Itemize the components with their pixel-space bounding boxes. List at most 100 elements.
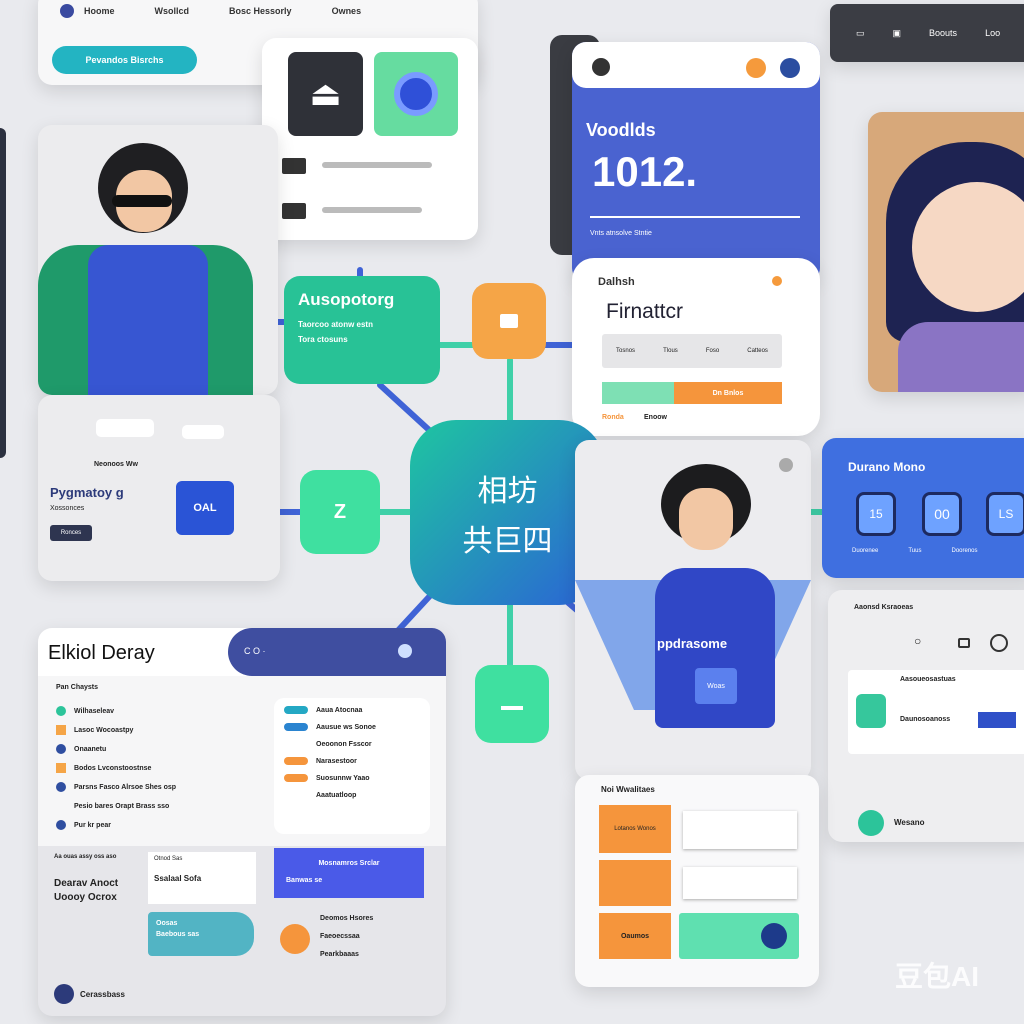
person-button[interactable]: Woas bbox=[695, 668, 737, 704]
node-text: Tora ctosuns bbox=[298, 335, 348, 344]
toolbar-item[interactable]: Loo bbox=[985, 28, 1000, 39]
blue-card[interactable]: Mosnamros Srclar Banwas se bbox=[274, 848, 424, 898]
node-z[interactable]: Z bbox=[300, 470, 380, 554]
hub-subtitle: 共巨四 bbox=[462, 524, 553, 558]
chip-button[interactable] bbox=[182, 425, 224, 439]
app-icon bbox=[856, 694, 886, 728]
nav-item[interactable]: Bosc Hessorly bbox=[229, 6, 292, 16]
logo-icon bbox=[60, 4, 74, 18]
form-title: Firnattcr bbox=[606, 300, 684, 323]
item-label: Aaua Atocnaa bbox=[316, 706, 363, 714]
item-label: Aausue ws Sonoe bbox=[316, 723, 376, 731]
item-label: Suosunnw Yaao bbox=[316, 774, 370, 782]
col: Catteos bbox=[747, 348, 768, 354]
item-label[interactable]: Pearkbaaas bbox=[320, 946, 373, 964]
list-item[interactable]: Wilhaseleav bbox=[56, 706, 176, 716]
toolbar-icon[interactable]: ▭ bbox=[856, 28, 865, 39]
header-tabs[interactable]: C O · bbox=[244, 646, 266, 656]
box-header: Otnod Sas bbox=[154, 856, 183, 862]
item-label: Bodos Lvconstoostnse bbox=[74, 764, 152, 772]
badge[interactable]: OAL bbox=[176, 481, 234, 535]
node-orange[interactable] bbox=[472, 283, 546, 359]
panel-title: Pygmatoy g bbox=[50, 485, 124, 500]
col: Tlous bbox=[663, 348, 678, 354]
check-icon bbox=[858, 810, 884, 836]
status-dot bbox=[772, 276, 782, 286]
list-row-active[interactable] bbox=[679, 913, 799, 959]
row-button[interactable] bbox=[978, 712, 1016, 728]
device-tile[interactable]: 00 bbox=[922, 492, 962, 536]
chat-icon[interactable] bbox=[958, 638, 970, 648]
node-chart[interactable] bbox=[475, 665, 549, 743]
item-label: Onaanetu bbox=[74, 745, 107, 753]
list-item[interactable]: Lasoc Wocoastpy bbox=[56, 725, 176, 735]
list-item[interactable]: Aausue ws Sonoe bbox=[284, 723, 420, 731]
list-item[interactable]: Aaua Atocnaa bbox=[284, 706, 420, 714]
list-panel: Noi Wwalitaes Lotanos Wonos Oaumos bbox=[575, 775, 819, 987]
device-tile[interactable]: LS bbox=[986, 492, 1024, 536]
avatar-card-left bbox=[38, 125, 278, 395]
section-label: Pan Chaysts bbox=[56, 684, 99, 691]
list-item[interactable]: Suosunnw Yaao bbox=[284, 774, 420, 782]
dashboard-list: Wilhaseleav Lasoc Wocoastpy Onaanetu Bod… bbox=[56, 706, 176, 839]
close-icon[interactable] bbox=[779, 458, 793, 472]
logo-icon bbox=[592, 58, 610, 76]
list-tile[interactable]: Lotanos Wonos bbox=[599, 805, 671, 853]
globe-icon[interactable] bbox=[398, 644, 412, 658]
nav-item[interactable]: Wsollcd bbox=[155, 6, 190, 16]
item-label: Oeoonon Fsscor bbox=[316, 740, 372, 748]
profile-icon[interactable] bbox=[780, 58, 800, 78]
list-item[interactable]: Bodos Lvconstoostnse bbox=[56, 763, 176, 773]
col: Tosnos bbox=[616, 348, 636, 354]
teal-card[interactable]: Oosas Baebous sas bbox=[148, 912, 254, 956]
panel-button[interactable]: Ronces bbox=[50, 525, 92, 541]
list-tile[interactable]: Oaumos bbox=[599, 913, 671, 959]
toolbar-item[interactable]: Boouts bbox=[929, 28, 957, 39]
top-nav: Hoome Wsollcd Bosc Hessorly Ownes bbox=[84, 6, 361, 16]
list-row[interactable] bbox=[683, 867, 797, 899]
left-panel: Neonoos Ww Pygmatoy g Xossonces Ronces O… bbox=[38, 395, 280, 581]
item-label: Pesio bares Orapt Brass sso bbox=[74, 802, 170, 810]
link[interactable]: Ronda bbox=[602, 414, 624, 421]
list-item[interactable]: Narasestoor bbox=[284, 757, 420, 765]
camera-icon[interactable] bbox=[374, 52, 458, 136]
info-box[interactable]: Otnod Sas Ssalaal Sofa bbox=[148, 852, 256, 904]
item-label[interactable]: Faeoecssaa bbox=[320, 928, 373, 946]
list-item[interactable]: Pur kr pear bbox=[56, 820, 176, 830]
form-card: Dalhsh Firnattcr Tosnos Tlous Foso Catteos … bbox=[572, 258, 820, 436]
notification-icon[interactable] bbox=[746, 58, 766, 78]
nav-item[interactable]: Ownes bbox=[332, 6, 362, 16]
stats-card: Voodlds 1012. Vnts atnsolve Stntie bbox=[572, 42, 820, 282]
device-tile[interactable]: 15 bbox=[856, 492, 896, 536]
list-item[interactable]: Aaatuatloop bbox=[284, 791, 420, 799]
footer-label[interactable]: Cerassbass bbox=[80, 990, 125, 999]
stat-footer: Vnts atnsolve Stntie bbox=[590, 230, 652, 237]
node-automation[interactable]: Ausopotorg Taorcoo atonw estn Tora ctosu… bbox=[284, 276, 440, 384]
avatar bbox=[679, 488, 733, 550]
list-tile[interactable] bbox=[599, 860, 671, 906]
item-label: Aaatuatloop bbox=[316, 791, 357, 799]
secondary-button[interactable] bbox=[602, 382, 674, 404]
bell-icon[interactable]: ○ bbox=[914, 634, 921, 648]
list-item[interactable]: Onaanetu bbox=[56, 744, 176, 754]
stat-value: 1012. bbox=[592, 148, 698, 195]
blue-sub: Banwas se bbox=[286, 877, 323, 884]
dashboard-title: Elkiol Deray bbox=[48, 642, 155, 664]
list-item[interactable]: Parsns Fasco Alrsoe Shes osp bbox=[56, 782, 176, 792]
tile-label: Doorenos bbox=[951, 548, 978, 554]
teal-text: Oosas bbox=[156, 920, 178, 927]
chip-button[interactable] bbox=[96, 419, 154, 437]
nav-item[interactable]: Hoome bbox=[84, 6, 115, 16]
list-row[interactable] bbox=[683, 811, 797, 849]
link[interactable]: Enoow bbox=[644, 414, 667, 421]
tile-label: Duorenee bbox=[852, 548, 879, 554]
list-item[interactable]: Pesio bares Orapt Brass sso bbox=[56, 801, 176, 811]
submit-button[interactable]: Dn Bnlos bbox=[674, 382, 782, 404]
row-text: Daunosoanoss bbox=[900, 716, 951, 723]
list-item[interactable]: Oeoonon Fsscor bbox=[284, 740, 420, 748]
device-icon[interactable]: ⏏ bbox=[288, 52, 363, 136]
primary-button[interactable]: Pevandos Bisrchs bbox=[52, 46, 197, 74]
toolbar-icon[interactable]: ▣ bbox=[893, 28, 902, 39]
item-label[interactable]: Deomos Hsores bbox=[320, 910, 373, 928]
settings-icon[interactable] bbox=[990, 634, 1008, 652]
